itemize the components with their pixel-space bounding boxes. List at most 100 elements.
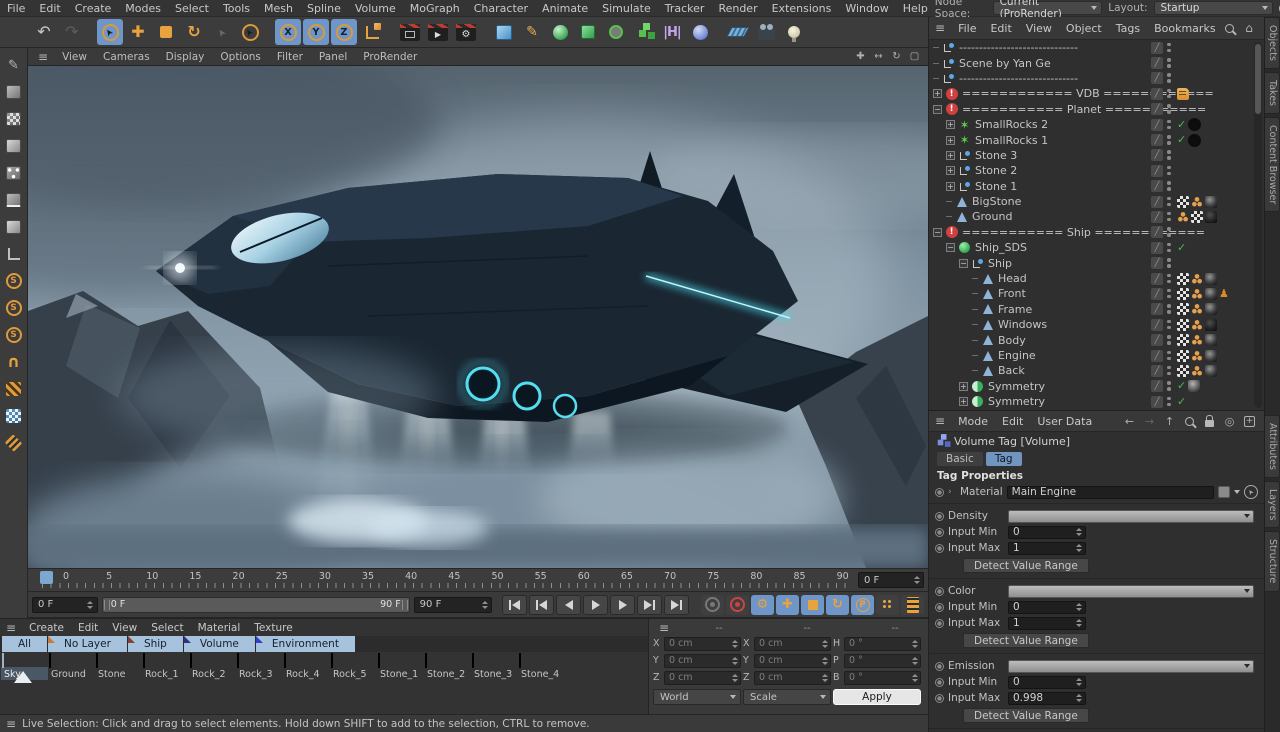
attribute-menu-mode[interactable]: Mode bbox=[951, 415, 995, 428]
last-tool-icon[interactable]: ➤ bbox=[209, 19, 235, 45]
material-tag-icon[interactable] bbox=[1205, 334, 1217, 347]
density-gradient-dropdown[interactable] bbox=[1008, 509, 1254, 523]
material-tag-icon[interactable] bbox=[1205, 364, 1217, 377]
object-row[interactable]: −! =========== Ship ============ ╱ bbox=[929, 225, 1264, 240]
spinner-icon[interactable] bbox=[86, 600, 95, 609]
material-tab-volume[interactable]: Volume bbox=[183, 636, 255, 652]
detect-value-range-button[interactable]: Detect Value Range bbox=[963, 708, 1089, 723]
keyframe-radio-icon[interactable] bbox=[935, 511, 944, 521]
enable-toggle-icon[interactable]: ╱ bbox=[1151, 226, 1163, 239]
goto-end-button[interactable] bbox=[664, 594, 689, 615]
viewport-solo-off-icon[interactable]: S bbox=[3, 270, 25, 292]
keyframe-radio-icon[interactable] bbox=[935, 693, 944, 703]
visibility-dots-icon[interactable] bbox=[1167, 380, 1171, 392]
material-thumbnail[interactable] bbox=[425, 653, 427, 668]
material-item-stone-2[interactable]: Stone_2 bbox=[424, 653, 471, 680]
visibility-dots-icon[interactable] bbox=[1167, 42, 1171, 54]
next-frame-button[interactable] bbox=[610, 594, 635, 615]
object-row[interactable]: + Symmetry ╱ ✓ bbox=[929, 379, 1264, 394]
expand-icon[interactable]: + bbox=[946, 120, 955, 130]
coordinate-value-field[interactable]: 0 cm bbox=[664, 670, 741, 685]
edges-mode-icon[interactable] bbox=[3, 189, 25, 211]
record-rotation-toggle[interactable]: ↻ bbox=[826, 594, 849, 615]
record-scale-toggle[interactable] bbox=[801, 594, 824, 615]
material-thumbnail[interactable] bbox=[96, 653, 98, 668]
mograph-cloner-icon[interactable] bbox=[603, 19, 629, 45]
undo-icon[interactable]: ↶ bbox=[31, 19, 57, 45]
spinner-icon[interactable] bbox=[820, 656, 829, 665]
points-mode-icon[interactable] bbox=[3, 162, 25, 184]
move-icon[interactable]: ✚ bbox=[125, 19, 151, 45]
home-icon[interactable]: ⌂ bbox=[1243, 21, 1256, 35]
z-axis-lock-icon[interactable]: Z bbox=[331, 19, 357, 45]
keyframe-selection-toggle[interactable]: ⚙ bbox=[751, 594, 774, 615]
keyframe-radio-icon[interactable] bbox=[935, 677, 944, 687]
input-max-field[interactable]: 1 bbox=[1008, 541, 1086, 555]
expand-icon[interactable]: + bbox=[933, 89, 942, 99]
material-item-rock-1[interactable]: Rock_1 bbox=[142, 653, 189, 680]
collapse-icon[interactable]: − bbox=[933, 227, 942, 237]
material-preview-box[interactable] bbox=[1218, 486, 1230, 498]
material-menu-view[interactable]: View bbox=[105, 622, 144, 634]
visibility-dots-icon[interactable] bbox=[1167, 211, 1171, 223]
field-icon[interactable] bbox=[687, 19, 713, 45]
object-row[interactable]: −! =========== Planet =========== ╱ bbox=[929, 102, 1264, 117]
visibility-dots-icon[interactable] bbox=[1167, 196, 1171, 208]
add-icon[interactable]: + bbox=[1243, 415, 1256, 428]
material-tag-icon[interactable] bbox=[1205, 210, 1217, 223]
back-icon[interactable]: ← bbox=[1123, 415, 1136, 428]
selection-tag-icon[interactable] bbox=[1191, 364, 1203, 377]
material-menu-edit[interactable]: Edit bbox=[71, 622, 105, 634]
spinner-icon[interactable] bbox=[910, 639, 919, 648]
spinner-icon[interactable] bbox=[1074, 678, 1083, 686]
side-tab-layers[interactable]: Layers bbox=[1265, 480, 1280, 529]
object-menu-view[interactable]: View bbox=[1019, 22, 1059, 35]
menu-animate[interactable]: Animate bbox=[535, 2, 595, 15]
status-menu-icon[interactable]: ≡ bbox=[0, 717, 22, 731]
enable-toggle-icon[interactable]: ╱ bbox=[1151, 195, 1163, 208]
selection-tag-icon[interactable] bbox=[1191, 303, 1203, 316]
selection-tag-icon[interactable] bbox=[1191, 287, 1203, 300]
enable-toggle-icon[interactable]: ╱ bbox=[1151, 134, 1163, 147]
menu-modes[interactable]: Modes bbox=[118, 2, 168, 15]
object-menu-object[interactable]: Object bbox=[1059, 22, 1109, 35]
side-tab-structure[interactable]: Structure bbox=[1265, 531, 1280, 592]
spinner-icon[interactable] bbox=[1074, 528, 1083, 536]
spinner-icon[interactable] bbox=[910, 656, 919, 665]
input-max-field[interactable]: 0.998 bbox=[1008, 691, 1086, 705]
expand-icon[interactable]: + bbox=[959, 381, 968, 391]
target-icon[interactable]: ◎ bbox=[1223, 415, 1236, 428]
up-icon[interactable]: ↑ bbox=[1163, 415, 1176, 428]
layout-dropdown[interactable]: Startup bbox=[1153, 1, 1274, 15]
timeline-frame-field[interactable]: 0 F bbox=[858, 572, 924, 588]
rotate-icon[interactable]: ↻ bbox=[181, 19, 207, 45]
uvw-tag-icon[interactable] bbox=[1177, 287, 1189, 300]
side-tab-takes[interactable]: Takes bbox=[1265, 71, 1280, 114]
polygons-mode-icon[interactable] bbox=[3, 216, 25, 238]
object-row[interactable]: Scene by Yan Ge ╱ bbox=[929, 55, 1264, 70]
lock-icon[interactable] bbox=[1203, 415, 1216, 428]
menu-spline[interactable]: Spline bbox=[300, 2, 348, 15]
material-tab-no-layer[interactable]: No Layer bbox=[48, 636, 127, 652]
material-tag-icon[interactable] bbox=[1205, 349, 1217, 362]
emission-gradient-dropdown[interactable] bbox=[1008, 659, 1254, 673]
material-item-stone-1[interactable]: Stone_1 bbox=[377, 653, 424, 680]
node-space-dropdown[interactable]: Current (ProRender) bbox=[992, 0, 1103, 20]
side-tab-objects[interactable]: Objects bbox=[1265, 17, 1280, 69]
enable-toggle-icon[interactable]: ╱ bbox=[1151, 103, 1163, 116]
autokeying-toggle[interactable] bbox=[726, 594, 749, 615]
visibility-dots-icon[interactable] bbox=[1167, 226, 1171, 238]
visibility-dots-icon[interactable] bbox=[1167, 303, 1171, 315]
object-menu-edit[interactable]: Edit bbox=[983, 22, 1018, 35]
enabled-check-icon[interactable]: ✓ bbox=[1177, 395, 1186, 408]
keyframe-radio-icon[interactable] bbox=[935, 618, 944, 628]
viewport-menu-view[interactable]: View bbox=[54, 51, 95, 63]
material-thumbnail[interactable] bbox=[331, 653, 333, 668]
material-thumbnail[interactable] bbox=[472, 653, 474, 668]
collapse-icon[interactable]: − bbox=[933, 104, 942, 114]
current-frame-field[interactable]: 0 F bbox=[32, 596, 98, 613]
color-gradient-dropdown[interactable] bbox=[1008, 584, 1254, 598]
material-item-stone-4[interactable]: Stone_4 bbox=[518, 653, 565, 680]
redo-icon[interactable]: ↷ bbox=[59, 19, 85, 45]
visibility-dots-icon[interactable] bbox=[1167, 88, 1171, 100]
